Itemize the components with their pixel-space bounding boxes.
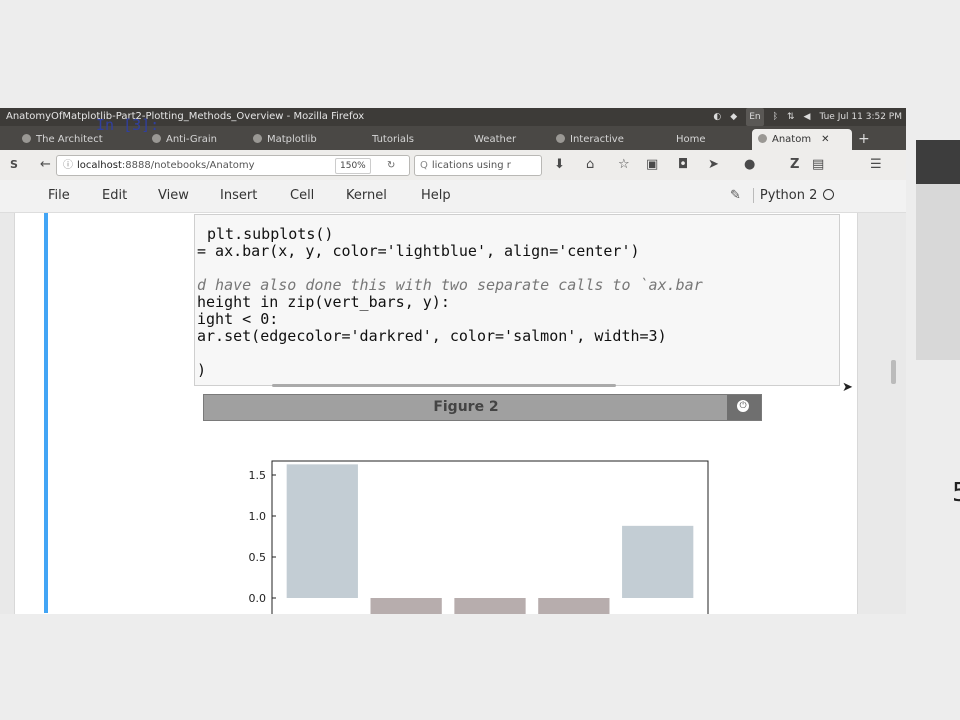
menu-insert[interactable]: Insert [220,180,257,212]
edit-mode-pencil-icon: ✎ [730,188,741,203]
bar-4 [622,525,694,598]
window-title: AnatomyOfMatplotlib-Part2-Plotting_Metho… [6,111,365,122]
zotero-icon[interactable]: Z [790,156,799,174]
tab-matplotlib[interactable]: Matplotlib [253,129,349,150]
pocket-icon[interactable]: ◘ [678,156,688,174]
code-line: ar.set(edgecolor='darkred', color='salmo… [197,327,667,345]
volume-icon[interactable]: ◀ [804,108,811,126]
url-host: localhost [77,160,122,171]
clock[interactable]: Tue Jul 11 3:52 PM [819,108,902,126]
keyboard-layout-indicator[interactable]: En [746,108,764,126]
menu-kernel[interactable]: Kernel [346,180,387,212]
code-horizontal-scrollbar[interactable] [272,384,616,387]
code-line: height in zip(vert_bars, y): [197,293,450,311]
tab-favicon-icon [253,134,262,143]
dropbox-icon[interactable]: ◆ [730,108,737,126]
y-tick-label: 1.5 [249,469,267,482]
search-box[interactable]: Qlications using r [414,155,542,176]
y-tick-label: 0.0 [249,592,267,605]
bar-chart: 1.5 1.0 0.5 0.0 [249,460,709,614]
home-icon[interactable]: ⌂ [586,156,594,174]
tab-anti-grain[interactable]: Anti-Grain [152,129,236,150]
bar-3 [538,598,610,614]
tab-interactive[interactable]: Interactive [556,129,646,150]
power-icon: ⏻ [737,400,749,412]
tab-weather[interactable]: Weather [474,129,538,150]
figure-toolbar: Figure 2 ⏻ [203,394,762,421]
send-tab-icon[interactable]: ➤ [708,156,719,174]
bar-2 [454,598,526,614]
bookmark-star-icon[interactable]: ☆ [618,156,630,174]
page-vertical-scrollbar[interactable] [891,360,896,384]
download-icon[interactable]: ⬇ [554,156,565,174]
cell-prompt: In [3]: [96,116,160,134]
bookmarks-menu-icon[interactable]: ▣ [646,156,658,174]
y-tick-label: 1.0 [249,510,267,523]
info-icon[interactable]: ⓘ [63,156,73,175]
bluetooth-icon[interactable]: ᛒ [773,108,778,126]
network-icon[interactable]: ⇅ [787,108,795,126]
extension-icon[interactable]: ● [744,156,755,174]
firefox-icon[interactable]: ◐ [713,108,721,126]
code-line: plt.subplots() [207,225,334,243]
y-tick-label: 0.5 [249,551,267,564]
url-path: :8888/notebooks/Anatomy [121,160,255,171]
tab-tutorials[interactable]: Tutorials [372,129,456,150]
close-tab-icon[interactable]: ✕ [821,134,829,145]
notebook-menubar: File Edit View Insert Cell Kernel Help ✎… [0,180,906,213]
back-arrow-icon[interactable]: ← [40,156,51,174]
bar-1 [370,598,442,614]
tab-favicon-icon [758,134,767,143]
background-window-fragment [916,140,960,184]
sidebar-toggle-icon[interactable]: S [10,156,18,174]
bar-0 [286,464,358,598]
kernel-name[interactable]: Python 2 [760,188,817,203]
figure-close-button[interactable]: ⏻ [727,395,761,420]
search-text: lications using r [431,160,511,171]
hamburger-menu-icon[interactable]: ☰ [870,156,882,174]
tab-home[interactable]: Home [676,129,746,150]
figure-title: Figure 2 [433,399,499,415]
tab-favicon-icon [22,134,31,143]
kernel-status-icon [823,189,835,200]
tab-favicon-icon [556,134,565,143]
code-line: ) [197,361,207,379]
code-comment-line: d have also done this with two separate … [197,276,703,294]
menu-view[interactable]: View [158,180,189,212]
menu-edit[interactable]: Edit [102,180,127,212]
menu-help[interactable]: Help [421,180,451,212]
background-window-panel [916,184,960,360]
url-bar[interactable]: ⓘ localhost:8888/notebooks/Anatomy 150% … [56,155,410,176]
mouse-pointer-icon: ➤ [842,380,853,395]
tab-favicon-icon [152,134,161,143]
menu-file[interactable]: File [48,180,70,212]
new-tab-button[interactable]: + [858,129,870,149]
navigation-toolbar: S ← ⓘ localhost:8888/notebooks/Anatomy 1… [0,150,906,181]
menu-cell[interactable]: Cell [290,180,314,212]
selected-cell-indicator [44,213,48,613]
zoom-indicator[interactable]: 150% [335,158,371,174]
reload-icon[interactable]: ↻ [387,156,395,175]
tab-anatomy-active[interactable]: Anatom ✕ [752,129,852,150]
kernel-indicator: ✎ Python 2 [730,180,835,212]
code-cell-input[interactable]: plt.subplots() = ax.bar(x, y, color='lig… [194,214,840,386]
system-tray: ◐ ◆ En ᛒ ⇅ ◀ Tue Jul 11 3:52 PM [713,108,902,126]
code-line: = ax.bar(x, y, color='lightblue', align=… [197,242,640,260]
code-line: ight < 0: [197,310,279,328]
background-window-text: 5 [952,478,960,508]
search-engine-icon: Q [420,160,428,171]
screenshot-icon[interactable]: ▤ [812,156,824,174]
